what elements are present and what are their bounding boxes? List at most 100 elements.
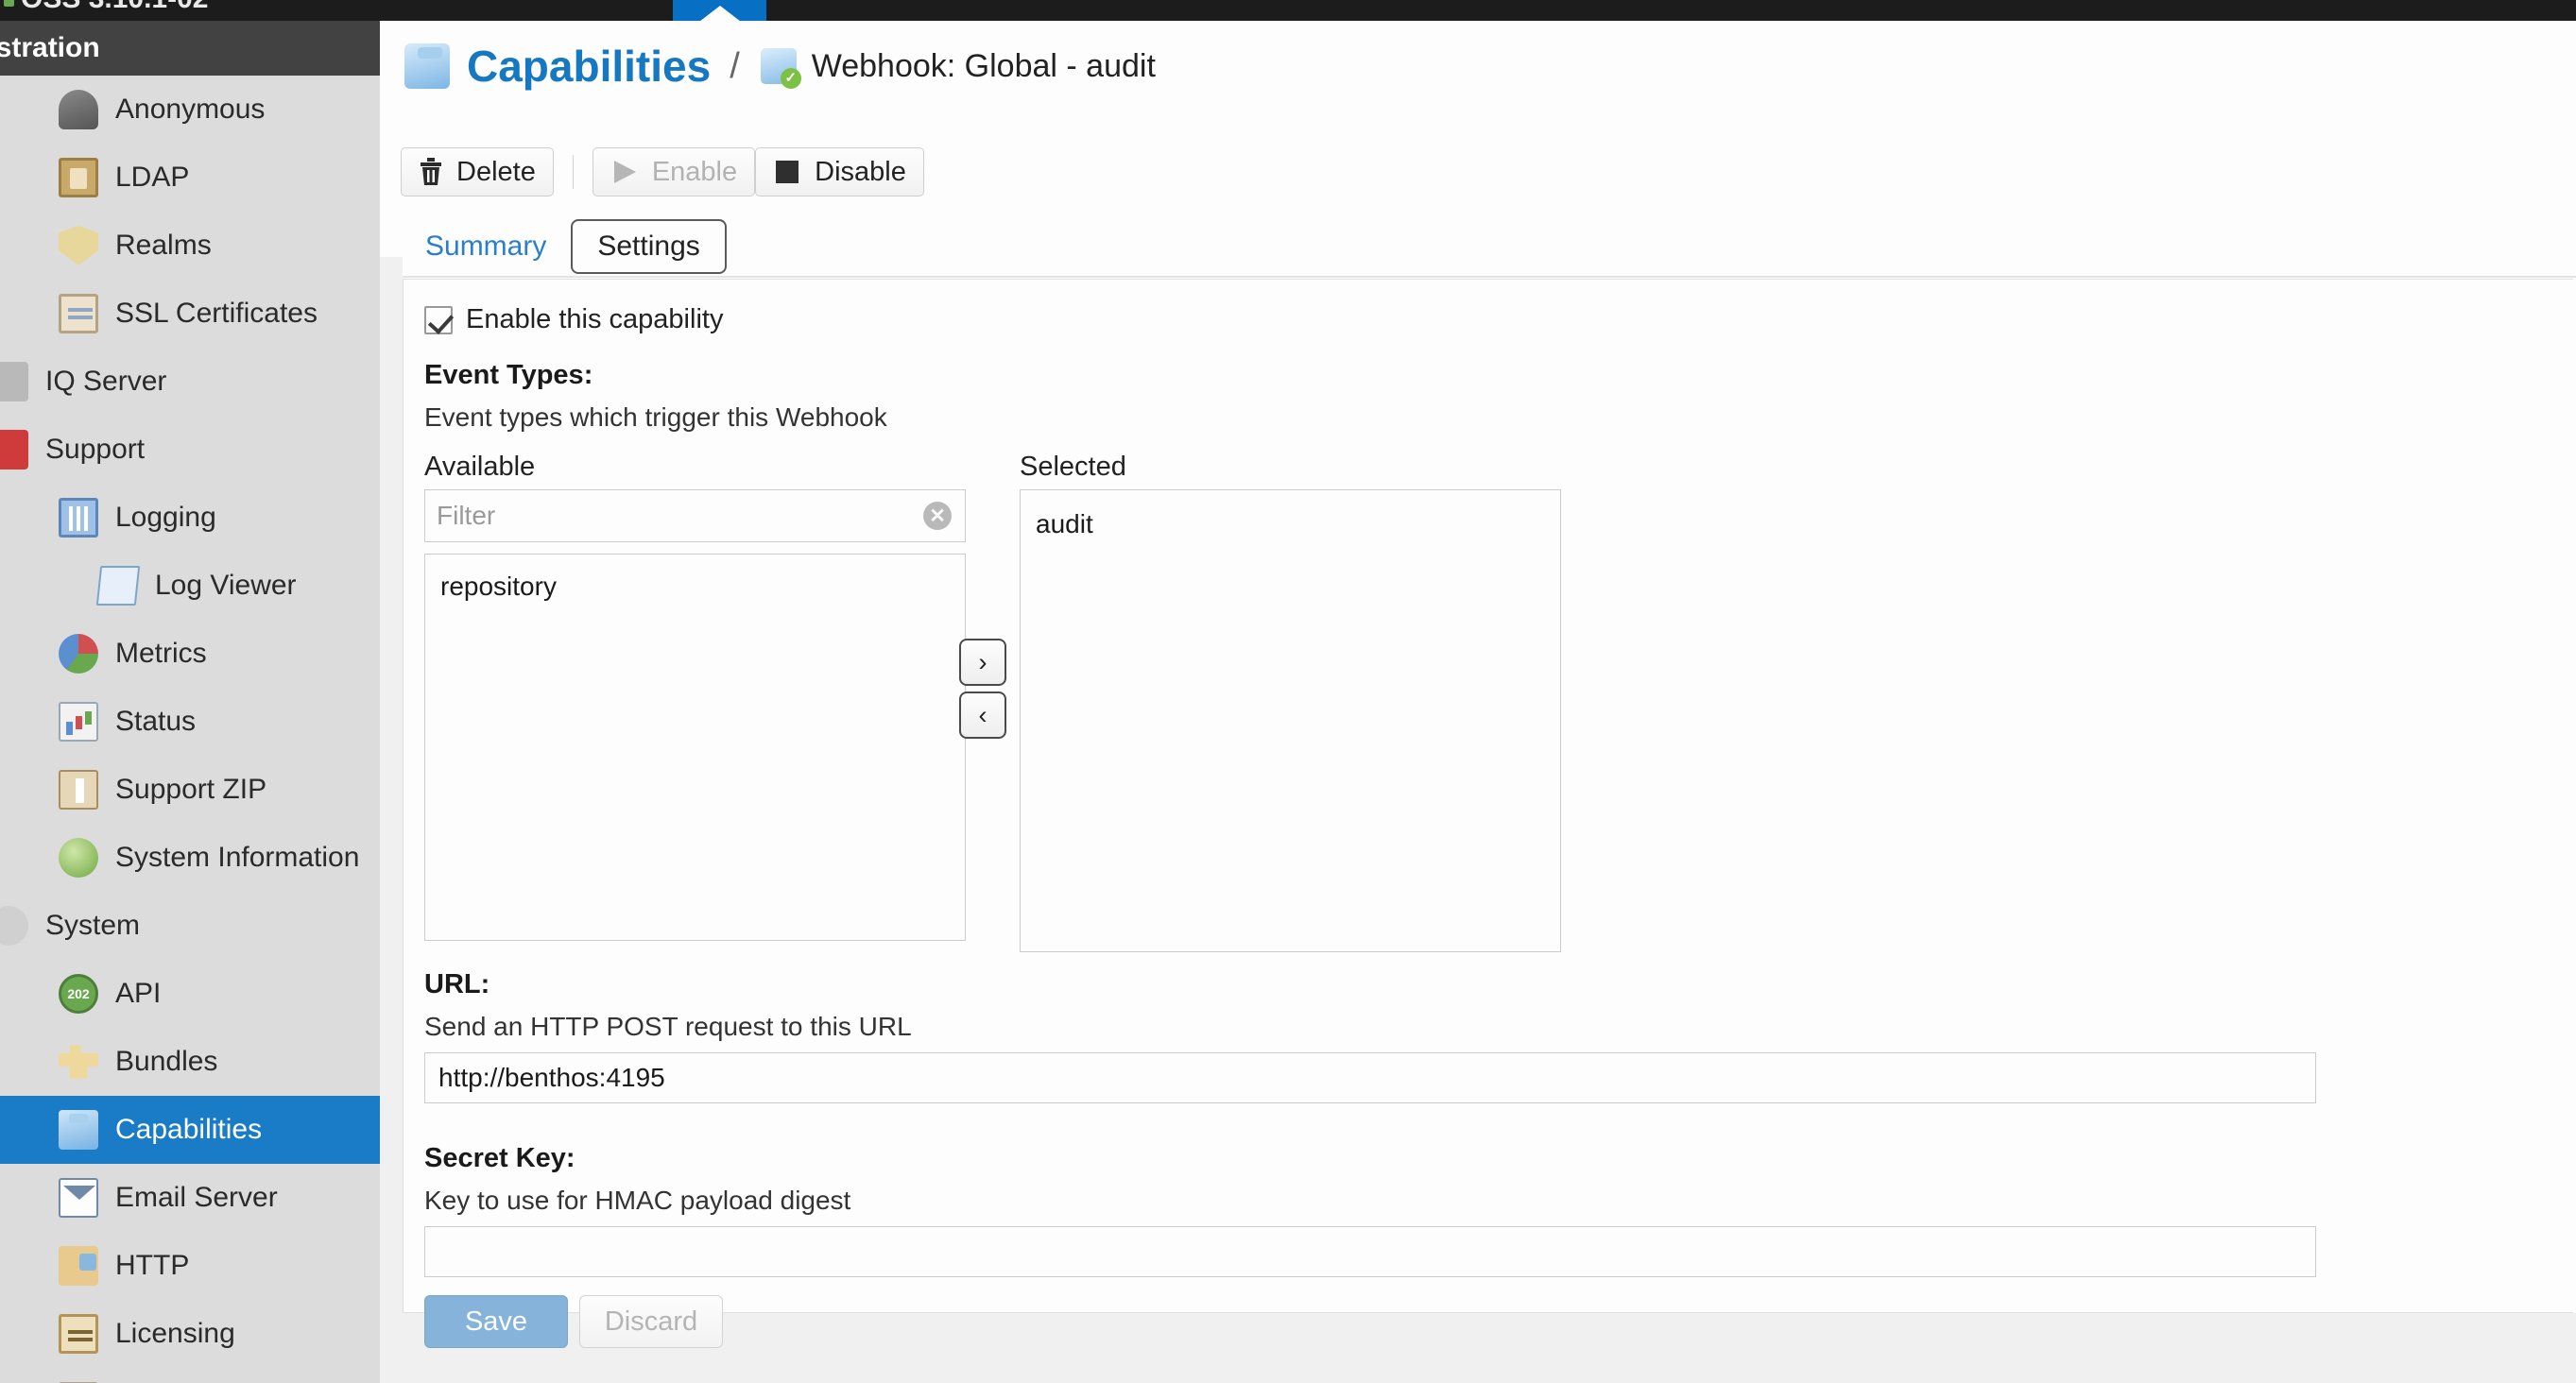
sidebar-item-label: System Information: [115, 842, 360, 873]
move-left-button[interactable]: ‹: [959, 692, 1006, 739]
iq-server-icon: [0, 362, 28, 401]
sidebar-item-http[interactable]: HTTP: [0, 1232, 380, 1300]
sidebar-header-title: Administration: [0, 32, 100, 63]
selected-label: Selected: [1020, 452, 1126, 482]
capabilities-cube-icon: [401, 40, 454, 93]
secret-key-input[interactable]: [424, 1226, 2316, 1277]
system-icon: [0, 906, 28, 946]
disable-button[interactable]: Disable: [755, 147, 924, 196]
settings-panel: Enable this capability Event Types: Even…: [403, 279, 2573, 1348]
sidebar-item-label: System: [45, 910, 141, 941]
ldap-icon: [59, 158, 98, 197]
http-icon: [59, 1246, 98, 1286]
toolbar-divider: [572, 155, 574, 189]
sidebar-item-system-information[interactable]: System Information: [0, 824, 380, 892]
clear-circle-icon[interactable]: ✕: [923, 502, 952, 530]
system-information-icon: [59, 838, 98, 878]
sidebar-item-label: Capabilities: [115, 1114, 263, 1145]
logging-icon: [59, 498, 98, 538]
sidebar-item-ldap[interactable]: LDAP: [0, 144, 380, 212]
app-top-bar: OSS 3.10.1-02: [0, 0, 2576, 21]
sidebar-item-email-server[interactable]: Email Server: [0, 1164, 380, 1232]
sidebar-item-support-zip[interactable]: Support ZIP: [0, 756, 380, 824]
trash-icon: [419, 158, 443, 186]
sidebar-item-metrics[interactable]: Metrics: [0, 620, 380, 688]
available-list[interactable]: repository: [424, 554, 966, 941]
tab-summary[interactable]: Summary: [401, 221, 571, 272]
sidebar-item-label: Support ZIP: [115, 774, 267, 805]
move-right-button[interactable]: ›: [959, 639, 1006, 686]
breadcrumb-root-link[interactable]: Capabilities: [467, 41, 711, 92]
event-types-description: Event types which trigger this Webhook: [424, 402, 887, 432]
sidebar-item-system[interactable]: System: [0, 892, 380, 960]
webhook-enabled-icon: ✓: [759, 46, 801, 89]
tab-settings[interactable]: Settings: [571, 219, 727, 274]
sidebar-item-realms[interactable]: Realms: [0, 212, 380, 280]
sidebar-item-label: Support: [45, 434, 146, 465]
sidebar-item-log-viewer[interactable]: Log Viewer: [0, 552, 380, 620]
tab-bar-divider: [380, 276, 2576, 278]
sidebar-item-status[interactable]: Status: [0, 688, 380, 756]
sidebar-header: Administration: [0, 21, 380, 76]
support-zip-icon: [59, 770, 98, 810]
available-label: Available: [424, 452, 536, 482]
sidebar-item-capabilities[interactable]: Capabilities: [0, 1096, 380, 1164]
sidebar-item-label: LDAP: [115, 162, 190, 193]
browser-active-tab-indicator[interactable]: [673, 0, 766, 21]
ssl-certificate-icon: [59, 294, 98, 333]
sidebar-nav-list: Anonymous LDAP Realms SSL Certificates IQ Se…: [0, 76, 380, 1383]
sidebar-item-support[interactable]: Support: [0, 416, 380, 484]
secret-key-title: Secret Key:: [424, 1143, 575, 1173]
sidebar-item-label: API: [115, 978, 162, 1009]
enable-button-label: Enable: [651, 156, 738, 187]
chevron-right-icon: ›: [978, 647, 987, 676]
sidebar-item-label: SSL Certificates: [115, 298, 318, 329]
enable-capability-checkbox[interactable]: [424, 305, 453, 334]
metrics-icon: [59, 634, 98, 674]
sidebar-item-logging[interactable]: Logging: [0, 484, 380, 552]
licensing-icon: [59, 1314, 98, 1354]
delete-button[interactable]: Delete: [401, 147, 554, 196]
anonymous-icon: [59, 90, 98, 129]
sidebar-item-anonymous[interactable]: Anonymous: [0, 76, 380, 144]
status-icon: [59, 702, 98, 742]
sidebar-item-label: Metrics: [115, 638, 207, 669]
enable-capability-row[interactable]: Enable this capability: [424, 304, 723, 335]
url-input[interactable]: http://benthos:4195: [424, 1052, 2316, 1103]
app-version-label: OSS 3.10.1-02: [21, 0, 208, 15]
sidebar-item-bundles[interactable]: Bundles: [0, 1028, 380, 1096]
sidebar-item-api[interactable]: API: [0, 960, 380, 1028]
save-button[interactable]: Save: [424, 1295, 568, 1348]
sidebar-item-label: HTTP: [115, 1250, 190, 1281]
support-icon: [0, 430, 28, 470]
tab-bar: Summary Settings: [401, 217, 727, 276]
capabilities-icon: [59, 1110, 98, 1150]
filter-input[interactable]: Filter ✕: [424, 489, 966, 542]
sidebar-item-ssl-certificates[interactable]: SSL Certificates: [0, 280, 380, 348]
discard-button[interactable]: Discard: [579, 1295, 723, 1348]
enable-capability-label: Enable this capability: [466, 304, 724, 334]
list-item[interactable]: repository: [425, 566, 965, 607]
email-server-icon: [59, 1178, 98, 1218]
disable-button-label: Disable: [815, 156, 906, 187]
bundles-icon: [59, 1042, 98, 1082]
breadcrumb: Capabilities / ✓ Webhook: Global - audit: [380, 21, 2576, 111]
sidebar-item-partial[interactable]: [0, 1368, 380, 1383]
url-description: Send an HTTP POST request to this URL: [424, 1012, 912, 1041]
url-title: URL:: [424, 969, 490, 999]
log-viewer-icon: [95, 566, 141, 606]
status-dot-icon: [4, 0, 14, 7]
sidebar-item-label: Realms: [115, 230, 212, 261]
sidebar-item-label: Licensing: [115, 1318, 235, 1349]
url-input-value: http://benthos:4195: [438, 1063, 665, 1092]
sidebar-item-iq-server[interactable]: IQ Server: [0, 348, 380, 416]
sidebar-item-label: Status: [115, 706, 197, 737]
list-item[interactable]: audit: [1021, 504, 1560, 545]
page-title: Webhook: Global - audit: [811, 47, 1156, 84]
enable-button[interactable]: Enable: [592, 147, 756, 196]
discard-button-label: Discard: [604, 1306, 698, 1337]
chevron-left-icon: ‹: [978, 700, 987, 729]
selected-list[interactable]: audit: [1020, 489, 1561, 952]
sidebar-item-label: Anonymous: [115, 94, 266, 125]
sidebar-item-licensing[interactable]: Licensing: [0, 1300, 380, 1368]
